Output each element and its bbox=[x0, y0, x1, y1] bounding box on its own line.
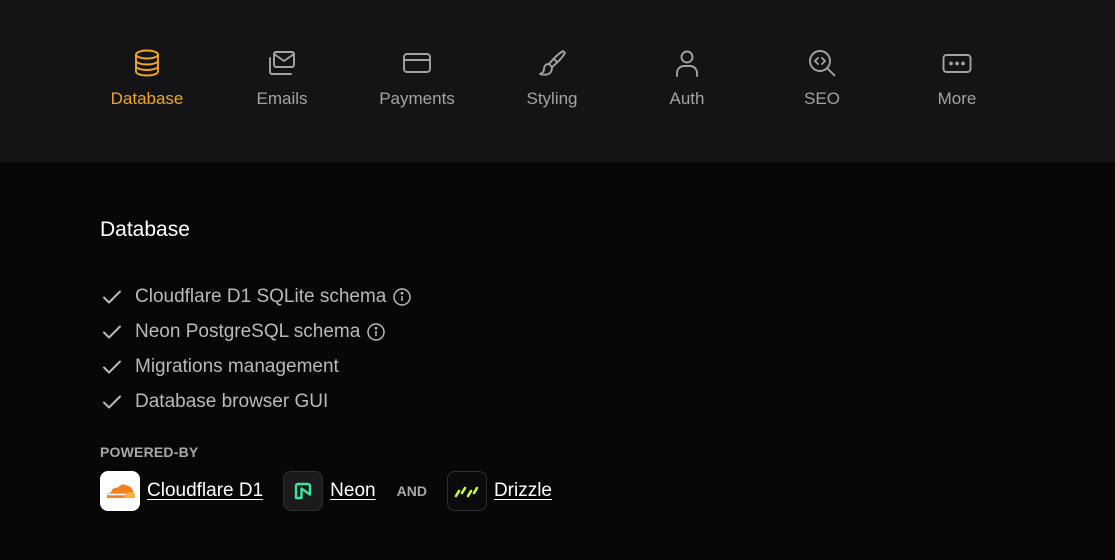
tab-payments[interactable]: Payments bbox=[357, 46, 477, 116]
provider-link-neon[interactable]: Neon bbox=[330, 480, 375, 502]
tab-emails[interactable]: Emails bbox=[222, 46, 342, 116]
feature-list: Cloudflare D1 SQLite schema Neon Postgre… bbox=[100, 279, 412, 419]
feature-tab-bar: Database Emails Payments Styling Auth SE… bbox=[0, 0, 1115, 162]
credit-card-icon bbox=[400, 46, 434, 80]
user-icon bbox=[670, 46, 704, 80]
provider-link-drizzle[interactable]: Drizzle bbox=[494, 480, 552, 502]
check-icon bbox=[100, 355, 124, 379]
tab-label: Styling bbox=[526, 89, 578, 108]
provider-neon: Neon bbox=[283, 471, 376, 511]
provider-drizzle: Drizzle bbox=[446, 471, 552, 511]
check-icon bbox=[100, 390, 124, 414]
and-label: AND bbox=[396, 483, 427, 499]
seo-search-icon bbox=[805, 46, 839, 80]
tab-seo[interactable]: SEO bbox=[762, 46, 882, 116]
powered-by-label: POWERED-BY bbox=[100, 444, 199, 460]
database-icon bbox=[130, 46, 164, 80]
info-icon[interactable] bbox=[366, 322, 386, 342]
email-icon bbox=[265, 46, 299, 80]
more-dots-icon bbox=[940, 46, 974, 80]
feature-text: Migrations management bbox=[135, 355, 339, 377]
feature-item: Migrations management bbox=[100, 349, 412, 384]
check-icon bbox=[100, 320, 124, 344]
brush-icon bbox=[535, 46, 569, 80]
check-icon bbox=[100, 285, 124, 309]
tab-label: SEO bbox=[804, 89, 840, 108]
tab-more[interactable]: More bbox=[897, 46, 1017, 116]
provider-cloudflare: Cloudflare D1 bbox=[100, 471, 263, 511]
tab-styling[interactable]: Styling bbox=[492, 46, 612, 116]
tab-auth[interactable]: Auth bbox=[627, 46, 747, 116]
feature-text: Neon PostgreSQL schema bbox=[135, 320, 361, 342]
tab-label: Database bbox=[110, 89, 184, 108]
cloudflare-logo bbox=[100, 471, 140, 511]
tab-label: Payments bbox=[379, 89, 455, 108]
provider-link-cloudflare[interactable]: Cloudflare D1 bbox=[147, 480, 263, 502]
feature-text: Cloudflare D1 SQLite schema bbox=[135, 285, 387, 307]
neon-logo bbox=[283, 471, 324, 511]
tab-label: More bbox=[937, 89, 977, 108]
tab-label: Auth bbox=[669, 89, 705, 108]
tab-database[interactable]: Database bbox=[87, 46, 207, 116]
feature-item: Database browser GUI bbox=[100, 384, 412, 419]
tab-label: Emails bbox=[256, 89, 308, 108]
feature-item: Neon PostgreSQL schema bbox=[100, 314, 412, 349]
section-title: Database bbox=[100, 218, 190, 241]
info-icon[interactable] bbox=[392, 287, 412, 307]
feature-item: Cloudflare D1 SQLite schema bbox=[100, 279, 412, 314]
provider-list: Cloudflare D1 Neon AND Drizzle bbox=[100, 471, 552, 511]
drizzle-logo bbox=[446, 471, 487, 511]
feature-text: Database browser GUI bbox=[135, 390, 329, 412]
